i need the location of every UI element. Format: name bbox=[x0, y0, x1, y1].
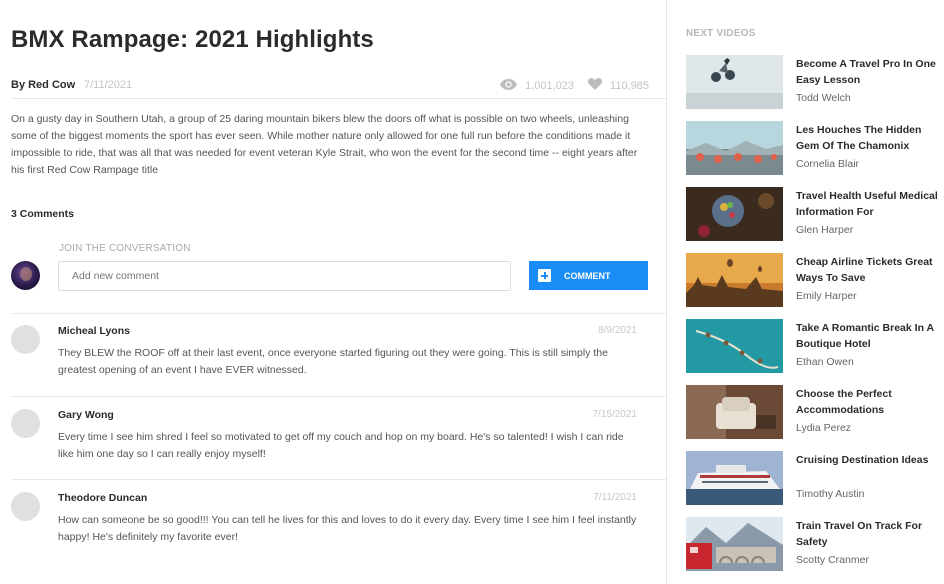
views-count: 1,001,023 bbox=[525, 79, 575, 92]
video-title[interactable]: Cruising Destination Ideas bbox=[796, 452, 941, 468]
commenter-name: Gary Wong bbox=[58, 409, 114, 421]
video-thumbnail[interactable] bbox=[686, 385, 783, 439]
eye-icon bbox=[500, 78, 518, 93]
video-author: Glen Harper bbox=[796, 224, 854, 236]
comment-text: How can someone be so good!!! You can te… bbox=[58, 514, 637, 543]
comment-date: 7/11/2021 bbox=[593, 492, 637, 503]
divider bbox=[11, 479, 666, 480]
next-video-item[interactable]: Cruising Destination Ideas Timothy Austi… bbox=[686, 451, 944, 505]
video-thumbnail[interactable] bbox=[686, 319, 783, 373]
comment-button-label: COMMENT bbox=[564, 270, 611, 281]
video-title[interactable]: Les Houches The Hidden Gem Of The Chamon… bbox=[796, 122, 941, 154]
next-video-item[interactable]: Choose the Perfect Accommodations Lydia … bbox=[686, 385, 944, 439]
next-video-item[interactable]: Become A Travel Pro In One Easy Lesson T… bbox=[686, 55, 944, 109]
page-title: BMX Rampage: 2021 Highlights bbox=[11, 26, 374, 53]
next-video-item[interactable]: Travel Health Useful Medical Information… bbox=[686, 187, 944, 241]
video-thumbnail[interactable] bbox=[686, 253, 783, 307]
video-thumbnail[interactable] bbox=[686, 451, 783, 505]
current-user-avatar bbox=[11, 261, 40, 290]
next-videos-heading: NEXT VIDEOS bbox=[686, 28, 756, 39]
next-video-item[interactable]: Train Travel On Track For Safety Scotty … bbox=[686, 517, 944, 571]
comment-date: 8/9/2021 bbox=[598, 325, 637, 336]
next-video-item[interactable]: Take A Romantic Break In A Boutique Hote… bbox=[686, 319, 944, 373]
video-author: Emily Harper bbox=[796, 290, 857, 302]
video-title[interactable]: Train Travel On Track For Safety bbox=[796, 518, 941, 550]
next-video-item[interactable]: Cheap Airline Tickets Great Ways To Save… bbox=[686, 253, 944, 307]
article-meta: By Red Cow 7/11/2021 1,001,023 110,985 bbox=[11, 78, 649, 94]
video-thumbnail[interactable] bbox=[686, 187, 783, 241]
article-date: 7/11/2021 bbox=[84, 79, 133, 91]
likes-count: 110,985 bbox=[610, 79, 649, 92]
main-content: BMX Rampage: 2021 Highlights By Red Cow … bbox=[0, 0, 666, 584]
comments-count: 3 Comments bbox=[11, 208, 75, 220]
video-title[interactable]: Choose the Perfect Accommodations bbox=[796, 386, 941, 418]
next-video-item[interactable]: Les Houches The Hidden Gem Of The Chamon… bbox=[686, 121, 944, 175]
divider bbox=[11, 98, 666, 99]
video-title[interactable]: Cheap Airline Tickets Great Ways To Save bbox=[796, 254, 941, 286]
article-stats: 1,001,023 110,985 bbox=[500, 78, 649, 93]
comment-button[interactable]: COMMENT bbox=[529, 261, 648, 290]
video-thumbnail[interactable] bbox=[686, 517, 783, 571]
video-author: Cornelia Blair bbox=[796, 158, 860, 170]
comment-text: Every time I see him shred I feel so mot… bbox=[58, 431, 624, 460]
video-author: Scotty Cranmer bbox=[796, 554, 869, 566]
commenter-avatar bbox=[11, 325, 40, 354]
add-comment-icon bbox=[538, 269, 551, 282]
article-author[interactable]: By Red Cow bbox=[11, 79, 75, 91]
video-title[interactable]: Take A Romantic Break In A Boutique Hote… bbox=[796, 320, 941, 352]
video-author: Ethan Owen bbox=[796, 356, 854, 368]
join-conversation-label: JOIN THE CONVERSATION bbox=[59, 243, 191, 254]
video-title[interactable]: Travel Health Useful Medical Information… bbox=[796, 188, 941, 220]
video-thumbnail[interactable] bbox=[686, 55, 783, 109]
video-author: Todd Welch bbox=[796, 92, 851, 104]
commenter-avatar bbox=[11, 492, 40, 521]
commenter-name: Theodore Duncan bbox=[58, 492, 148, 504]
comment-date: 7/15/2021 bbox=[592, 409, 638, 420]
commenter-avatar bbox=[11, 409, 40, 438]
next-videos-sidebar: NEXT VIDEOS Become A Travel Pro In One E… bbox=[667, 0, 944, 584]
divider bbox=[11, 396, 666, 397]
divider bbox=[11, 313, 666, 314]
video-author: Lydia Perez bbox=[796, 422, 852, 434]
article-description: On a gusty day in Southern Utah, a group… bbox=[11, 113, 638, 176]
video-thumbnail[interactable] bbox=[686, 121, 783, 175]
commenter-name: Micheal Lyons bbox=[58, 325, 130, 337]
video-title[interactable]: Become A Travel Pro In One Easy Lesson bbox=[796, 56, 941, 88]
heart-icon[interactable] bbox=[588, 78, 603, 93]
comment-input[interactable] bbox=[58, 261, 511, 291]
comment-text: They BLEW the ROOF off at their last eve… bbox=[58, 347, 608, 376]
video-author: Timothy Austin bbox=[796, 488, 865, 500]
